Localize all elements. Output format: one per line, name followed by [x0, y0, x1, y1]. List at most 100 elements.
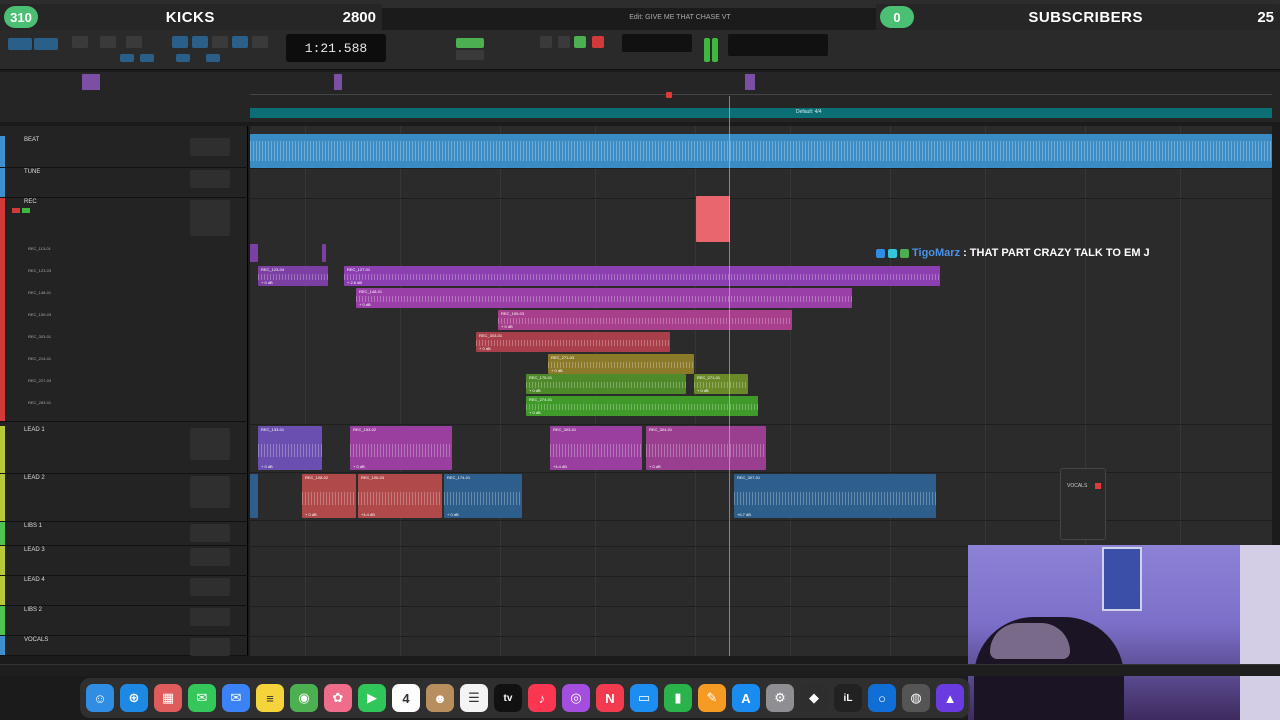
playhead-marker[interactable] [666, 92, 672, 98]
system-settings-icon[interactable]: ⚙ [766, 684, 794, 712]
mail-icon[interactable]: ✉ [222, 684, 250, 712]
numbers-icon[interactable]: ▮ [664, 684, 692, 712]
track-header-lead-3[interactable]: LEAD 3 [0, 546, 248, 576]
track-header-lead-1[interactable]: LEAD 1 [0, 426, 248, 474]
facetime-icon[interactable]: ▶ [358, 684, 386, 712]
zoom-tool-button[interactable] [72, 36, 88, 48]
keynote-icon[interactable]: ▭ [630, 684, 658, 712]
selector-tool-button[interactable] [126, 36, 142, 48]
record-button[interactable] [592, 36, 604, 48]
track-fader[interactable] [190, 524, 230, 542]
logic-icon[interactable]: ◆ [800, 684, 828, 712]
grid-nudge-panel[interactable] [728, 34, 828, 56]
audio-clip[interactable]: REC_307-01 +6.7 dB [734, 474, 936, 518]
track-fader[interactable] [190, 548, 230, 566]
plugin-window[interactable]: VOCALS [1060, 468, 1106, 540]
track-fader[interactable] [190, 608, 230, 626]
nudge-mode-button[interactable] [456, 50, 484, 60]
audio-clip[interactable]: REC_106-03 +4.4 dB [358, 474, 442, 518]
reminders-icon[interactable]: ☰ [460, 684, 488, 712]
link-tool-button[interactable] [252, 36, 268, 48]
stop-button[interactable] [558, 36, 570, 48]
track-fader[interactable] [190, 476, 230, 508]
loop-marker-mid[interactable] [334, 74, 342, 90]
track-header-lead-4[interactable]: LEAD 4 [0, 576, 248, 606]
track-header-lead-2[interactable]: LEAD 2 [0, 474, 248, 522]
audio-clip[interactable]: REC_148-01 + 0 dB [356, 288, 852, 308]
calendar-icon[interactable]: 4 [392, 684, 420, 712]
slip-mode-button[interactable] [34, 38, 58, 50]
audio-clip[interactable]: REC_175-01 + 0 dB [526, 374, 686, 394]
loop-marker-right[interactable] [745, 74, 755, 90]
mirrored-midi-button[interactable] [140, 54, 154, 62]
track-fader[interactable] [190, 170, 230, 188]
track-header-rec[interactable]: REC REC_113-01 REC_123-03 REC_148-01 REC… [0, 198, 248, 422]
tab-to-transient-button[interactable] [120, 54, 134, 62]
pro-tools-icon[interactable]: ▲ [936, 684, 964, 712]
track-header-libs-2[interactable]: LIBS 2 [0, 606, 248, 636]
play-button[interactable] [574, 36, 586, 48]
audio-clip[interactable]: REC_159-03 + 0 dB [498, 310, 792, 330]
maps-icon[interactable]: ◉ [290, 684, 318, 712]
audio-clip[interactable] [322, 244, 326, 262]
tempo-ruler[interactable]: Default: 4/4 [250, 108, 1272, 118]
track-header-tune[interactable]: TUNE [0, 168, 248, 198]
record-arm-button[interactable] [12, 208, 20, 213]
audio-clip[interactable]: REC_304-01 + 0 dB [646, 426, 766, 470]
track-header-beat[interactable]: BEAT [0, 136, 248, 168]
nudge-toggle-button[interactable] [206, 54, 220, 62]
app-store-icon[interactable]: A [732, 684, 760, 712]
loop-marker-left[interactable] [82, 74, 100, 90]
rec-region-selected[interactable] [696, 196, 730, 242]
audio-clip[interactable]: REC_127-01 + 2.6 dB [344, 266, 940, 286]
scrubber-tool-button[interactable] [212, 36, 228, 48]
audio-clip[interactable]: REC_153-02 + 0 dB [350, 426, 452, 470]
track-header-libs-1[interactable]: LIBS 1 [0, 522, 248, 546]
track-fader[interactable] [190, 200, 230, 236]
count-off-panel[interactable] [622, 34, 692, 52]
audio-clip[interactable] [250, 244, 258, 262]
grid-toggle-button[interactable] [176, 54, 190, 62]
grid-mode-button[interactable] [456, 38, 484, 48]
contacts-icon[interactable]: ☻ [426, 684, 454, 712]
audio-clip[interactable]: REC_271-01 + 0 dB [694, 374, 748, 394]
photos-icon[interactable]: ✿ [324, 684, 352, 712]
news-icon[interactable]: N [596, 684, 624, 712]
trim-tool-button[interactable] [100, 36, 116, 48]
notes-icon[interactable]: ≡ [256, 684, 284, 712]
safari-icon[interactable]: ⊕ [120, 684, 148, 712]
main-counter[interactable]: 1:21.588 [286, 34, 386, 62]
track-fader[interactable] [190, 428, 230, 460]
pages-icon[interactable]: ✎ [698, 684, 726, 712]
audio-clip[interactable]: REC_274-01 + 0 dB [526, 396, 758, 416]
edit-mode-button[interactable] [8, 38, 32, 50]
track-fader[interactable] [190, 578, 230, 596]
music-icon[interactable]: ♪ [528, 684, 556, 712]
track-fader[interactable] [190, 138, 230, 156]
track-header-vocals[interactable]: VOCALS [0, 636, 248, 656]
audio-clip[interactable]: REC_303-01 +4.4 dB [550, 426, 642, 470]
audio-clip[interactable]: REC_108-02 + 0 dB [302, 474, 356, 518]
smart-tool-button[interactable] [192, 36, 208, 48]
close-icon[interactable] [1095, 483, 1101, 489]
launchpad-icon[interactable]: ▦ [154, 684, 182, 712]
podcasts-icon[interactable]: ◎ [562, 684, 590, 712]
beat-clip[interactable] [250, 134, 1272, 168]
input-monitor-button[interactable] [22, 208, 30, 213]
audio-clip[interactable]: REC_123-04 + 0 dB [258, 266, 328, 286]
pencil-tool-button[interactable] [232, 36, 248, 48]
audio-clip[interactable]: REC_174-01 + 0 dB [444, 474, 522, 518]
audio-clip[interactable] [250, 474, 258, 518]
circle-app-icon[interactable]: ○ [868, 684, 896, 712]
rewind-button[interactable] [540, 36, 552, 48]
finder-icon[interactable]: ☺ [86, 684, 114, 712]
audio-clip[interactable]: REC_303-01 + 0 dB [476, 332, 670, 352]
track-fader[interactable] [190, 638, 230, 656]
ilok-icon[interactable]: iL [834, 684, 862, 712]
plugin-app-icon[interactable]: ◍ [902, 684, 930, 712]
audio-clip[interactable]: REC_133-01 + 0 dB [258, 426, 322, 470]
apple-tv-icon[interactable]: tv [494, 684, 522, 712]
audio-clip[interactable]: REC_271-03 + 0 dB [548, 354, 694, 374]
messages-icon[interactable]: ✉ [188, 684, 216, 712]
grabber-tool-button[interactable] [172, 36, 188, 48]
